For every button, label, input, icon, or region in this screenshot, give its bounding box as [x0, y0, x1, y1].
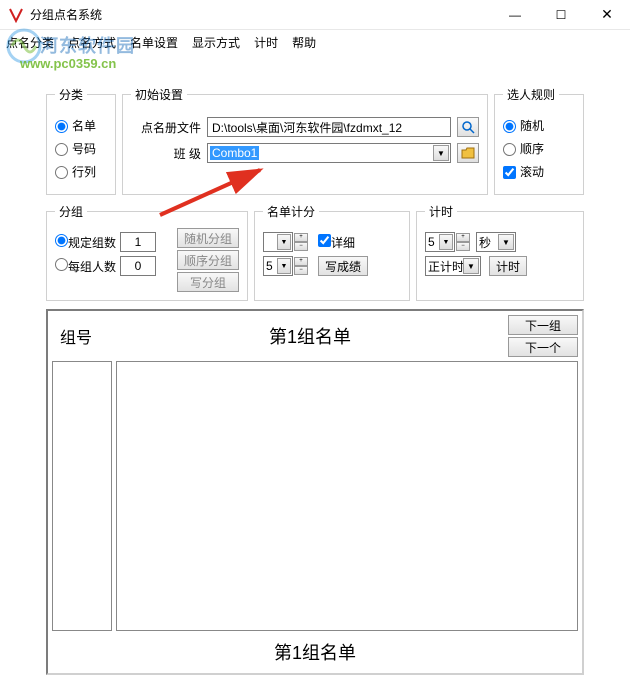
timer-button[interactable]: 计时: [489, 256, 527, 276]
spin-up[interactable]: +: [294, 233, 308, 242]
per-group-input[interactable]: [120, 256, 156, 276]
menu-help[interactable]: 帮助: [292, 34, 316, 51]
group-list[interactable]: [52, 361, 112, 631]
rule-legend: 选人规则: [503, 86, 559, 103]
score-group: 名单计分 ▼ +− 详细 5▼ +− 写成绩: [254, 203, 410, 301]
radio-number[interactable]: 号码: [55, 140, 107, 157]
radio-random[interactable]: 随机: [503, 117, 575, 134]
spin-down[interactable]: −: [456, 242, 470, 251]
category-group: 分类 名单 号码 行列: [46, 86, 116, 195]
app-icon: [8, 7, 24, 23]
maximize-button[interactable]: ☐: [538, 0, 584, 30]
file-path-input[interactable]: [207, 117, 451, 137]
list-footer: 第1组名单: [52, 631, 578, 669]
menu-list-settings[interactable]: 名单设置: [130, 34, 178, 51]
timer-mode-combo[interactable]: 正计时▼: [425, 256, 481, 276]
folder-icon: [461, 147, 475, 159]
category-legend: 分类: [55, 86, 87, 103]
search-icon: [461, 120, 475, 134]
radio-order[interactable]: 顺序: [503, 140, 575, 157]
list-frame: 组号 第1组名单 下一组 下一个 第1组名单: [46, 309, 584, 675]
init-legend: 初始设置: [131, 86, 187, 103]
window-title: 分组点名系统: [30, 6, 492, 23]
timer-group: 计时 5▼ +− 秒▼ 正计时▼ 计时: [416, 203, 584, 301]
timer-legend: 计时: [425, 203, 457, 220]
next-one-button[interactable]: 下一个: [508, 337, 578, 357]
radio-fixed-groups[interactable]: 规定组数: [55, 234, 116, 251]
spin-down[interactable]: −: [294, 266, 308, 275]
file-label: 点名册文件: [131, 119, 201, 136]
score-legend: 名单计分: [263, 203, 319, 220]
radio-per-group[interactable]: 每组人数: [55, 258, 116, 275]
write-score-button[interactable]: 写成绩: [318, 256, 368, 276]
menu-display[interactable]: 显示方式: [192, 34, 240, 51]
chevron-down-icon: ▼: [463, 258, 479, 274]
init-group: 初始设置 点名册文件 班 级 Combo1 ▼: [122, 86, 488, 195]
order-group-button[interactable]: 顺序分组: [177, 250, 239, 270]
score-spin2[interactable]: 5▼ +−: [263, 256, 308, 276]
grouping-group: 分组 规定组数 每组人数 随机分组 顺序分组 写分组: [46, 203, 248, 301]
timer-value-spin[interactable]: 5▼ +−: [425, 232, 470, 252]
timer-unit-combo[interactable]: 秒▼: [476, 232, 516, 252]
member-list[interactable]: [116, 361, 578, 631]
chevron-down-icon: ▼: [277, 258, 291, 274]
browse-file-button[interactable]: [457, 117, 479, 137]
class-combo[interactable]: Combo1 ▼: [207, 143, 451, 163]
chevron-down-icon: ▼: [433, 145, 449, 161]
minimize-button[interactable]: —: [492, 0, 538, 30]
spin-up[interactable]: +: [456, 233, 470, 242]
menu-method[interactable]: 点名方式: [68, 34, 116, 51]
next-group-button[interactable]: 下一组: [508, 315, 578, 335]
chevron-down-icon: ▼: [498, 234, 514, 250]
menu-category[interactable]: 点名分类: [6, 34, 54, 51]
class-label: 班 级: [131, 145, 201, 162]
spin-up[interactable]: +: [294, 257, 308, 266]
random-group-button[interactable]: 随机分组: [177, 228, 239, 248]
check-scroll[interactable]: 滚动: [503, 163, 575, 180]
group-count-input[interactable]: [120, 232, 156, 252]
radio-list[interactable]: 名单: [55, 117, 107, 134]
write-group-button[interactable]: 写分组: [177, 272, 239, 292]
class-value: Combo1: [210, 146, 259, 160]
chevron-down-icon: ▼: [439, 234, 453, 250]
group-number-label: 组号: [52, 320, 112, 352]
check-detail[interactable]: 详细: [318, 234, 355, 251]
rule-group: 选人规则 随机 顺序 滚动: [494, 86, 584, 195]
radio-rowcol[interactable]: 行列: [55, 163, 107, 180]
grouping-legend: 分组: [55, 203, 87, 220]
close-button[interactable]: ✕: [584, 0, 630, 30]
menu-timer[interactable]: 计时: [254, 34, 278, 51]
spin-down[interactable]: −: [294, 242, 308, 251]
score-spin1[interactable]: ▼ +−: [263, 232, 308, 252]
chevron-down-icon: ▼: [277, 234, 291, 250]
list-title: 第1组名单: [112, 323, 508, 349]
open-folder-button[interactable]: [457, 143, 479, 163]
